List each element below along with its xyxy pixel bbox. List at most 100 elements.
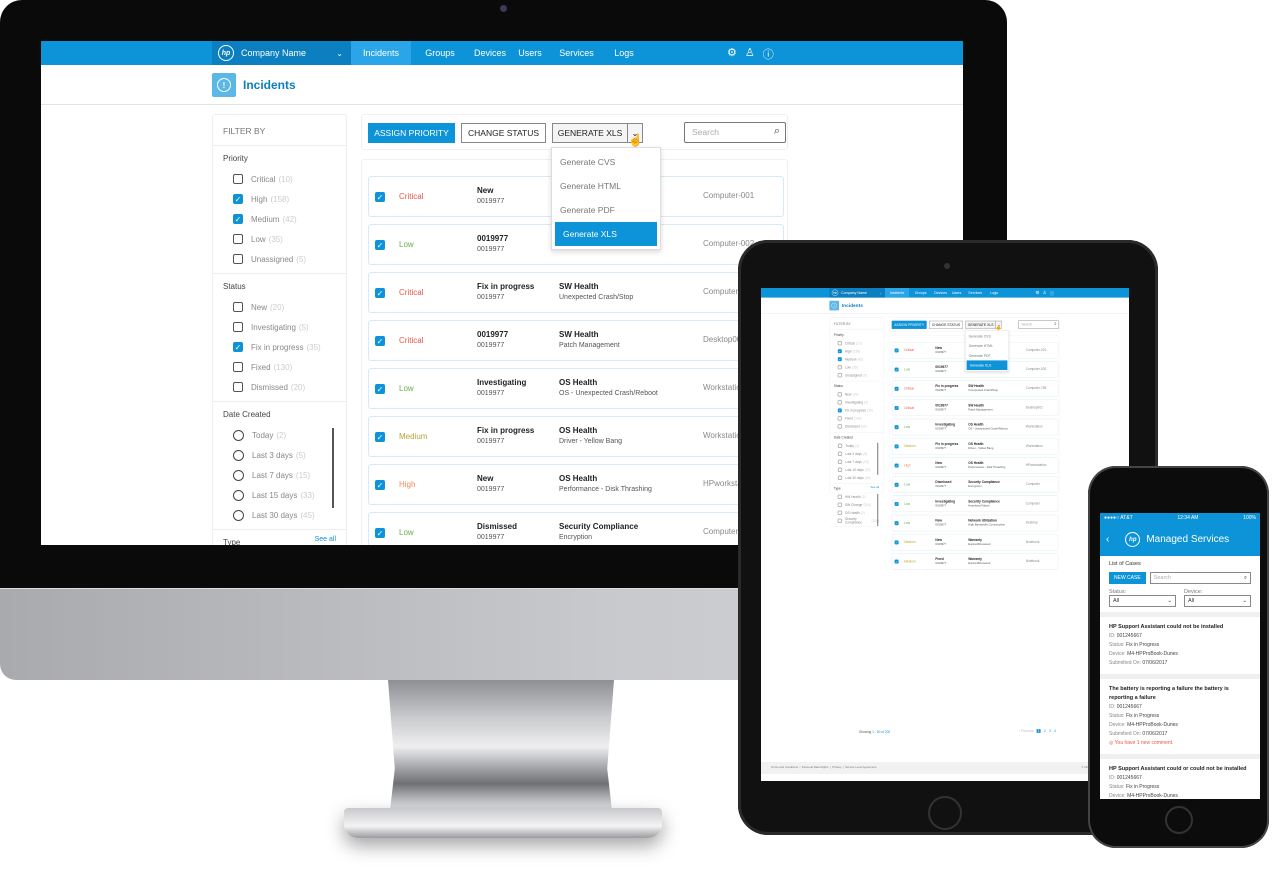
table-row[interactable]: ✓ Critical Fix in progress 0019977 SW He…	[891, 380, 1059, 397]
case-card[interactable]: The battery is reporting a failure the b…	[1100, 674, 1260, 754]
radio[interactable]	[837, 451, 843, 456]
checkbox[interactable]	[837, 510, 842, 515]
tab-devices[interactable]: Devices	[932, 288, 949, 298]
menu-item[interactable]: Generate CVS	[965, 332, 1008, 342]
menu-item[interactable]: Generate PDF	[965, 351, 1008, 361]
checkbox[interactable]: ✓	[894, 559, 899, 564]
tab-logs[interactable]: Logs	[986, 288, 1002, 298]
filter-option[interactable]: Dismissed (20)	[223, 377, 336, 397]
checkbox[interactable]: ✓	[837, 408, 842, 413]
checkbox[interactable]: ✓	[894, 348, 899, 353]
filter-option[interactable]: Today (2)	[223, 425, 336, 445]
checkbox[interactable]: ✓	[894, 540, 899, 545]
checkbox[interactable]: ✓	[375, 192, 385, 202]
checkbox[interactable]	[837, 365, 842, 370]
tab-services[interactable]: Services	[549, 41, 604, 65]
checkbox[interactable]	[233, 174, 243, 184]
checkbox[interactable]: ✓	[894, 482, 899, 487]
filter-option[interactable]: Last 30 days (45)	[834, 474, 879, 482]
radio[interactable]	[837, 467, 843, 472]
see-all-link[interactable]: See all	[315, 536, 336, 543]
table-row[interactable]: ✓ High New 0019977 OS Health Performance…	[891, 457, 1059, 474]
company-switcher[interactable]: hp Company Name ⌄	[829, 288, 885, 298]
checkbox[interactable]: ✓	[894, 367, 899, 372]
filter-option[interactable]: Low (35)	[834, 363, 879, 371]
checkbox[interactable]: ✓	[894, 425, 899, 430]
tab-logs[interactable]: Logs	[604, 41, 644, 65]
table-row[interactable]: ✓ Low Investigating 0019977 Security Com…	[891, 495, 1059, 512]
footer-links[interactable]: Terms and Conditions | Personal Data Rig…	[771, 766, 876, 770]
filter-option[interactable]: ✓ High (158)	[834, 347, 879, 355]
filter-option[interactable]: Low (35)	[223, 229, 336, 249]
filter-option[interactable]: Fixed (130)	[223, 357, 336, 377]
filter-option[interactable]: Critical (10)	[834, 339, 879, 347]
filter-option[interactable]: Investigating (5)	[834, 398, 879, 406]
table-row[interactable]: ✓ Low Investigating 0019977 OS Health OS…	[891, 418, 1059, 436]
filter-option[interactable]: ✓ High (158)	[223, 189, 336, 209]
filter-option[interactable]: Last 7 days (15)	[223, 465, 336, 485]
filter-option[interactable]: Critical (10)	[223, 169, 336, 189]
table-row[interactable]: ✓ Low New 0019977 Network Utilization Hi…	[891, 514, 1059, 532]
checkbox[interactable]	[837, 373, 842, 378]
filter-option[interactable]: ✓ Medium (42)	[223, 209, 336, 229]
checkbox[interactable]	[837, 494, 842, 499]
table-row[interactable]: ✓ High New 0019977 OS Health Performance…	[368, 464, 784, 505]
table-row[interactable]: ✓ Medium New 0019977 Warranty Expired/Re…	[891, 534, 1059, 551]
filter-option[interactable]: Fixed (130)	[834, 414, 879, 422]
home-button[interactable]	[928, 796, 962, 830]
radio[interactable]	[837, 459, 843, 464]
checkbox[interactable]: ✓	[894, 521, 899, 526]
radio[interactable]	[233, 429, 244, 441]
menu-item[interactable]: Generate HTML	[965, 341, 1008, 351]
filter-option[interactable]: Unassigned (5)	[223, 249, 336, 269]
menu-item[interactable]: Generate XLS	[555, 222, 657, 246]
case-card[interactable]: HP Support Assistant could or could not …	[1100, 754, 1260, 799]
user-icon[interactable]: ♙	[1043, 290, 1047, 296]
change-status-button[interactable]: CHANGE STATUS	[461, 123, 546, 143]
checkbox[interactable]: ✓	[894, 502, 899, 506]
radio[interactable]	[233, 469, 244, 481]
checkbox[interactable]	[233, 254, 243, 264]
filter-option[interactable]: Last 3 days (5)	[834, 450, 879, 458]
table-row[interactable]: ✓ Medium Fix in progress 0019977 OS Heal…	[891, 438, 1059, 455]
search-input[interactable]: Search ⌕	[684, 122, 786, 143]
company-switcher[interactable]: hp Company Name ⌄	[212, 41, 351, 65]
previous-button[interactable]: ‹ Previous	[1019, 729, 1033, 733]
checkbox[interactable]	[233, 234, 243, 244]
gear-icon[interactable]: ⚙	[1035, 290, 1039, 296]
help-icon[interactable]: ⓘ	[763, 46, 774, 62]
menu-item[interactable]: Generate HTML	[552, 174, 660, 198]
checkbox[interactable]	[233, 362, 243, 372]
checkbox[interactable]: ✓	[375, 288, 385, 298]
filter-option[interactable]: Unassigned (5)	[834, 371, 879, 379]
generate-xls-button[interactable]: GENERATE XLS	[552, 123, 628, 143]
help-icon[interactable]: ⓘ	[1050, 290, 1054, 296]
assign-priority-button[interactable]: ASSIGN PRIORITY	[368, 123, 455, 143]
checkbox[interactable]: ✓	[375, 240, 385, 250]
scrollbar[interactable]	[877, 494, 879, 526]
radio[interactable]	[233, 509, 244, 521]
checkbox[interactable]: ✓	[894, 386, 899, 391]
page-2[interactable]: 2	[1044, 729, 1046, 733]
status-select[interactable]: All ⌄	[1109, 595, 1176, 607]
comment-notice[interactable]: ◎ You have 1 new comment.	[1109, 739, 1251, 748]
new-case-button[interactable]: NEW CASE	[1109, 572, 1146, 584]
search-input[interactable]: Search ⌕	[1018, 320, 1059, 329]
filter-option[interactable]: Last 30 days (45)	[223, 505, 336, 525]
filter-option[interactable]: OS Health (2)	[834, 509, 879, 517]
radio[interactable]	[837, 475, 843, 480]
filter-option[interactable]: HW Health (2)	[834, 493, 879, 501]
table-row[interactable]: ✓ Low Dismissed 0019977 Security Complia…	[891, 476, 1059, 493]
checkbox[interactable]: ✓	[375, 528, 385, 538]
mobile-search-input[interactable]: Search ⌕	[1149, 572, 1251, 584]
filter-option[interactable]: Dismissed (20)	[834, 422, 879, 430]
tab-incidents[interactable]: Incidents	[885, 288, 909, 298]
page-1[interactable]: 1	[1036, 729, 1041, 733]
checkbox[interactable]: ✓	[894, 444, 899, 449]
checkbox[interactable]: ✓	[837, 349, 842, 354]
checkbox[interactable]: ✓	[375, 336, 385, 346]
menu-item[interactable]: Generate PDF	[552, 198, 660, 222]
checkbox[interactable]: ✓	[894, 463, 899, 468]
checkbox[interactable]: ✓	[894, 406, 899, 410]
tab-services[interactable]: Services	[964, 288, 986, 298]
